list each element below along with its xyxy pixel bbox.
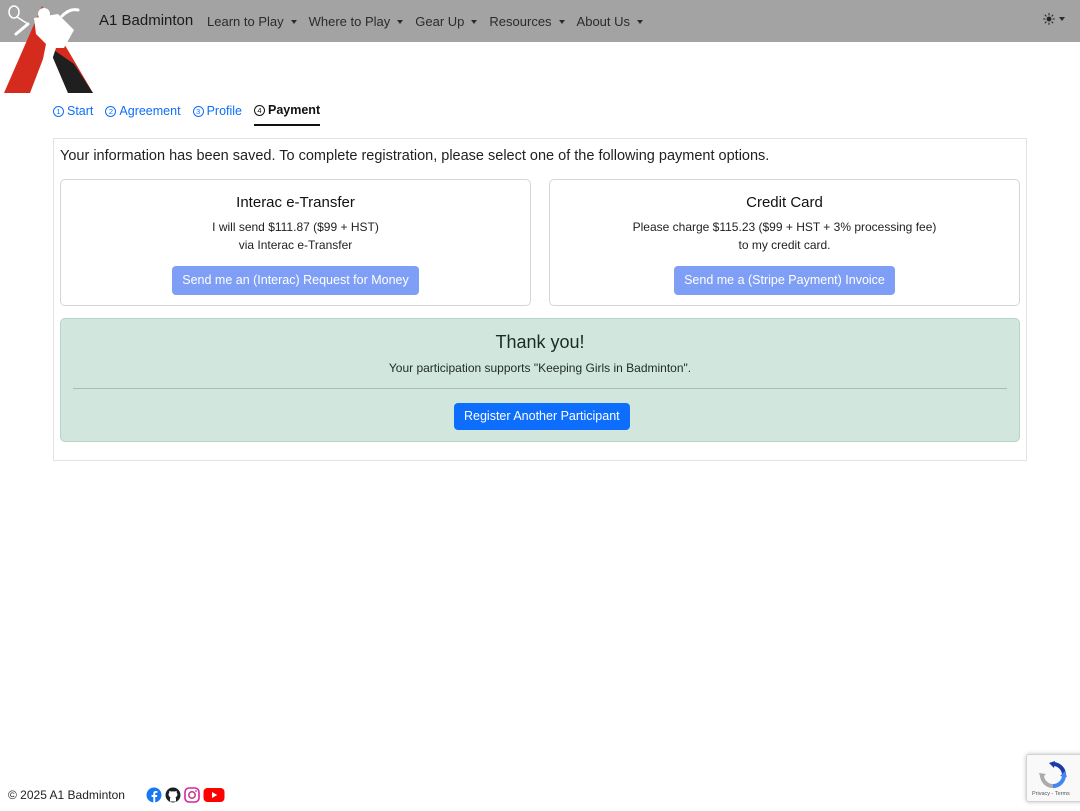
stripe-invoice-button[interactable]: Send me a (Stripe Payment) Invoice [674, 266, 895, 295]
recaptcha-privacy-terms[interactable]: Privacy - Terms [1032, 791, 1070, 797]
thank-you-alert: Thank you! Your participation supports "… [60, 318, 1020, 442]
registration-steps: 1 Start 2 Agreement 3 Profile 4 Payment [53, 103, 332, 126]
theme-toggle[interactable] [1043, 13, 1065, 25]
social-links [146, 787, 228, 803]
nav-item-about-us[interactable]: About Us [576, 14, 644, 29]
nav-item-where-to-play[interactable]: Where to Play [309, 14, 404, 29]
instagram-link[interactable] [184, 787, 200, 803]
interac-option-card: Interac e-Transfer I will send $111.87 (… [60, 179, 531, 306]
intro-text: Your information has been saved. To comp… [60, 148, 770, 164]
nav-item-gear-up[interactable]: Gear Up [415, 14, 478, 29]
chevron-down-icon [290, 19, 297, 24]
credit-card-amount-text: Please charge $115.23 ($99 + HST + 3% pr… [632, 220, 937, 234]
chevron-down-icon [637, 19, 644, 24]
step-number: 2 [105, 105, 117, 117]
step-number: 4 [254, 104, 265, 116]
thank-you-title: Thank you! [495, 332, 585, 352]
thank-you-message: Your participation supports "Keeping Gir… [388, 361, 692, 375]
chevron-down-icon [1059, 17, 1065, 21]
footer-copyright: © 2025 A1 Badminton [8, 788, 125, 802]
nav-item-label: Resources [489, 14, 552, 29]
nav-item-label: Where to Play [308, 14, 391, 29]
step-label: Agreement [119, 104, 181, 118]
recaptcha-badge[interactable]: Privacy - Terms [1026, 754, 1080, 802]
chevron-down-icon [397, 19, 404, 24]
navbar: A1 Badminton Learn to Play Where to Play… [0, 0, 1080, 42]
nav-item-label: Learn to Play [207, 14, 284, 29]
chevron-down-icon [558, 19, 565, 24]
credit-card-method-text: to my credit card. [738, 238, 831, 252]
sun-icon [1043, 13, 1055, 25]
nav-item-resources[interactable]: Resources [489, 14, 565, 29]
step-agreement[interactable]: 2 Agreement [105, 103, 181, 126]
nav-item-label: Gear Up [415, 14, 465, 29]
step-label: Profile [206, 104, 242, 118]
credit-card-title: Credit Card [746, 194, 823, 211]
youtube-icon [203, 788, 225, 802]
interac-method-text: via Interac e-Transfer [238, 238, 353, 252]
brand-link[interactable]: A1 Badminton [99, 12, 193, 29]
step-label: Start [67, 104, 94, 118]
step-number: 1 [53, 105, 64, 117]
credit-card-option-card: Credit Card Please charge $115.23 ($99 +… [549, 179, 1020, 306]
github-icon [165, 787, 181, 803]
a1-badminton-logo[interactable] [4, 4, 96, 94]
step-payment[interactable]: 4 Payment [254, 103, 321, 126]
youtube-link[interactable] [203, 787, 225, 803]
step-label: Payment [268, 103, 321, 117]
register-another-participant-button[interactable]: Register Another Participant [454, 403, 630, 430]
interac-request-button[interactable]: Send me an (Interac) Request for Money [172, 266, 419, 295]
step-number: 3 [192, 105, 204, 117]
nav-item-label: About Us [576, 14, 631, 29]
interac-title: Interac e-Transfer [236, 194, 355, 211]
github-link[interactable] [165, 787, 181, 803]
recaptcha-icon [1039, 761, 1067, 788]
nav-menu: Learn to Play Where to Play Gear Up Reso… [207, 14, 655, 29]
nav-item-learn-to-play[interactable]: Learn to Play [207, 14, 297, 29]
facebook-icon [146, 787, 162, 803]
facebook-link[interactable] [146, 787, 162, 803]
chevron-down-icon [471, 19, 478, 24]
divider [73, 388, 1007, 389]
step-profile[interactable]: 3 Profile [192, 103, 242, 126]
instagram-icon [184, 787, 200, 803]
step-start[interactable]: 1 Start [53, 103, 93, 126]
interac-amount-text: I will send $111.87 ($99 + HST) [212, 220, 379, 234]
